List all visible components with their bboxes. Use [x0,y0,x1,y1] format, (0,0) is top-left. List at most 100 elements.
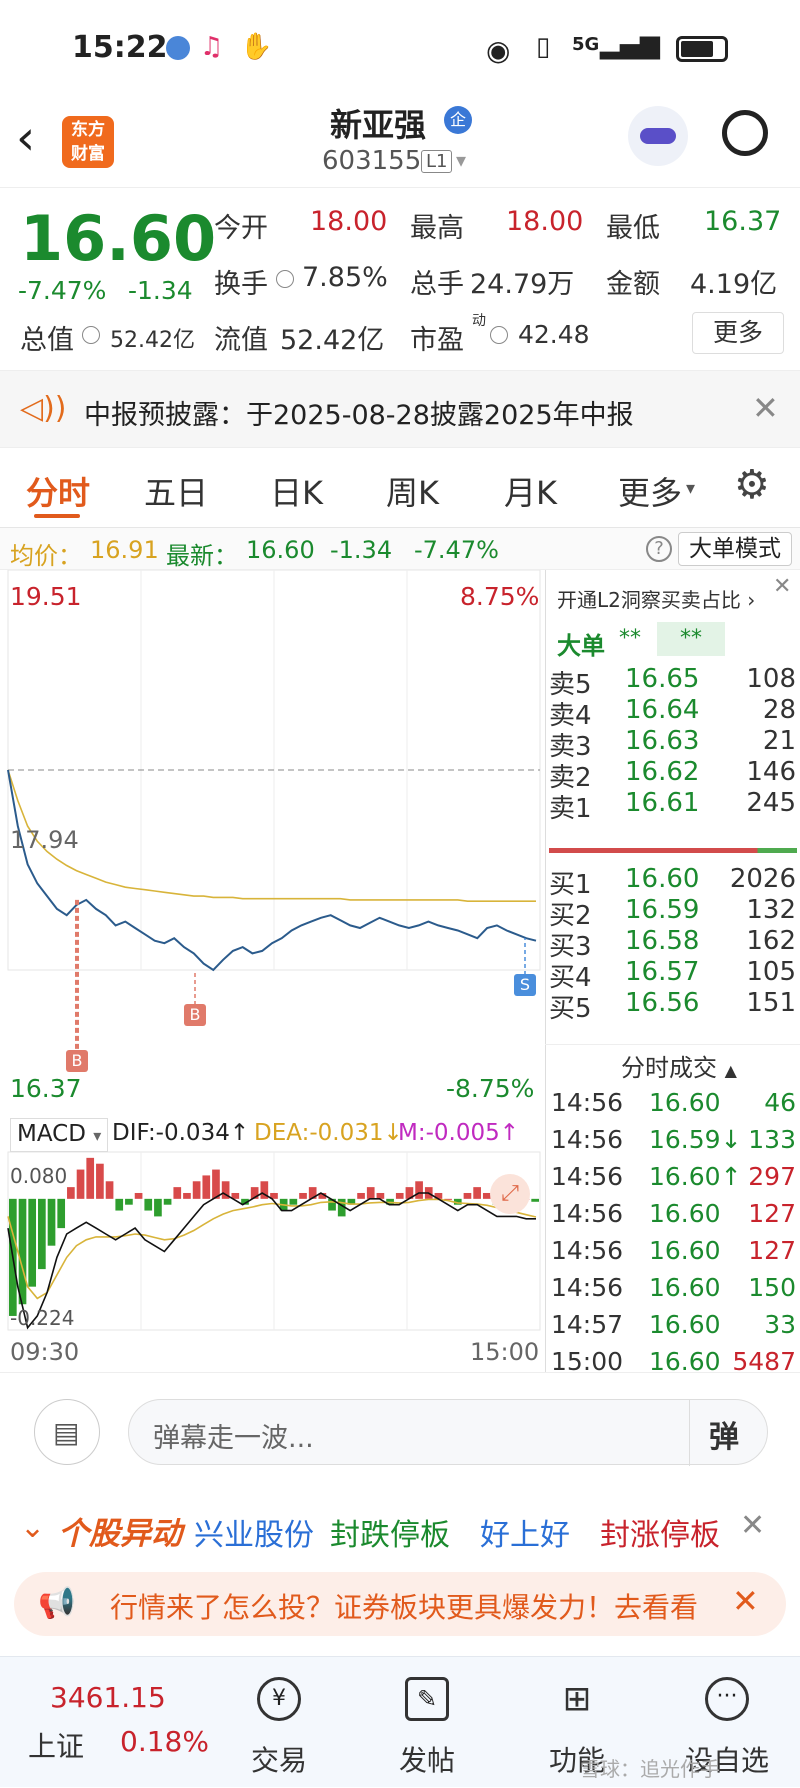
danmu-toggle[interactable]: 弹 [709,1412,739,1456]
index-change: 0.18% [120,1725,209,1758]
trade-price: 16.60↑ [649,1162,742,1191]
watermark: 雪球：追光作手 [580,1757,720,1781]
big-order-label: 大单 [557,632,605,660]
info-icon[interactable] [276,270,294,288]
avg-value: 16.91 [90,536,159,564]
status-bar: 15:22 ♫ ✋ ◉ ▯ 5G ▂▄▆ [0,0,800,100]
ask-row[interactable]: 卖1 16.61 245 [545,788,800,824]
y-label-mid: 17.94 [10,826,79,854]
close-icon[interactable]: ✕ [773,574,791,599]
trade-price: 16.60 [649,1310,721,1339]
stock-name: 新亚强 [330,106,427,144]
bid-row[interactable]: 买1 16.60 2026 [545,864,800,900]
signal-icon: ▂▄▆ [600,30,660,60]
tab-intraday[interactable]: 分时 [26,468,90,514]
close-icon[interactable]: ✕ [732,1582,759,1620]
trade-volume: 127 [748,1199,796,1228]
trade-time: 14:57 [551,1310,624,1339]
trade-volume: 46 [764,1088,796,1117]
ask-row[interactable]: 卖3 16.63 21 [545,726,800,762]
macd-bar [67,1187,75,1199]
danmu-input[interactable]: 弹幕走一波... 弹 [128,1399,768,1466]
robot-assistant-icon[interactable] [628,106,688,166]
turnover-label: 换手 [214,269,268,300]
trade-volume: 297 [748,1162,796,1191]
tab-monthly-k[interactable]: 月K [504,468,557,514]
bid-row[interactable]: 买5 16.56 151 [545,988,800,1024]
trade-row: 14:56 16.60 150 [545,1273,800,1307]
buy-marker[interactable]: B [184,1004,206,1026]
macd-bar [531,1198,539,1202]
chevron-down-icon: ▾ [93,1126,102,1145]
dea-value: DEA:-0.031↓ [254,1120,403,1146]
expand-icon[interactable]: ⤢ [490,1174,530,1214]
ask-row[interactable]: 卖4 16.64 28 [545,695,800,731]
macd-bar [376,1192,385,1199]
trade-volume: 33 [764,1310,796,1339]
tab-weekly-k[interactable]: 周K [386,468,439,514]
macd-bar [38,1198,46,1270]
bid-row[interactable]: 买2 16.59 132 [545,895,800,931]
float-label: 流值 [214,325,268,356]
y-label-bottom: 16.37 [10,1074,82,1103]
buy-marker[interactable]: B [66,1050,88,1072]
macd-bar [289,1198,298,1205]
l2-link[interactable]: 开通L2洞察买卖占比 › [557,584,755,613]
trades-title[interactable]: 分时成交 ▲ [621,1048,737,1083]
change-pct: -7.47% [18,276,107,305]
index-ticker[interactable]: 3461.15 上证 0.18% [0,1657,209,1788]
ask-volume: 146 [746,757,796,787]
chart-svg [7,569,541,1331]
level-badge[interactable]: L1 [421,150,453,173]
macd-bar [299,1192,307,1199]
index-value: 3461.15 [50,1681,166,1714]
trade-row: 14:56 16.60↑ 297 [545,1162,800,1196]
more-button[interactable]: 更多 [692,312,784,354]
price-line [7,769,537,972]
bid-row[interactable]: 买4 16.57 105 [545,957,800,993]
pct-label-bottom: -8.75% [446,1074,535,1103]
macd-bar [415,1181,423,1199]
trade-volume: 127 [748,1236,796,1265]
mktcap-label: 总值 [20,325,74,356]
bid-row[interactable]: 买3 16.58 162 [545,926,800,962]
promo-banner[interactable]: 📢 行情来了怎么投？证券板块更具爆发力！去看看 ✕ [14,1572,786,1636]
sell-marker[interactable]: S [514,974,536,996]
chevron-down-icon[interactable]: ⌄ [20,1510,45,1545]
intraday-chart[interactable]: 19.51 8.75% 17.94 16.37 -8.75% B B S MAC… [0,569,545,1372]
tab-five-day[interactable]: 五日 [144,468,208,514]
nav-trade[interactable]: ¥ 交易 [224,1657,334,1788]
bid-label: 买5 [549,994,592,1024]
notice-banner[interactable]: ◁)) 中报预披露：于2025-08-28披露2025年中报 ✕ [0,370,800,448]
info-icon[interactable] [82,326,100,344]
alert-stock-2[interactable]: 好上好 [480,1510,570,1554]
close-icon[interactable]: ✕ [740,1508,765,1543]
tab-more[interactable]: 更多 [618,468,682,514]
ask-row[interactable]: 卖5 16.65 108 [545,664,800,700]
search-icon[interactable] [722,110,768,156]
tab-daily-k[interactable]: 日K [270,468,323,514]
y-label-top: 19.51 [10,582,82,611]
info-icon[interactable] [490,326,508,344]
dea-line [7,1198,537,1300]
bid-volume: 151 [746,988,796,1018]
trade-time: 14:56 [551,1199,624,1228]
gear-icon[interactable]: ⚙ [734,462,770,508]
nav-post-label: 发帖 [398,1744,455,1777]
indicator-selector[interactable]: MACD ▾ [10,1118,109,1152]
nav-post[interactable]: ✎ 发帖 [372,1657,482,1788]
trade-time: 14:56 [551,1273,624,1302]
macd-bar [28,1198,37,1287]
danmu-settings-button[interactable]: ▤ [34,1399,100,1465]
last-price: 16.60 [20,202,217,275]
chevron-down-icon[interactable]: ▾ [456,148,466,172]
chevron-down-icon[interactable]: ▾ [686,478,695,499]
big-order-mode-button[interactable]: 大单模式 [678,532,792,566]
trade-time: 14:56 [551,1125,624,1154]
alert-stock-1[interactable]: 兴业股份 [194,1510,314,1554]
latest-label: 最新： [166,542,238,570]
ask-row[interactable]: 卖2 16.62 146 [545,757,800,793]
help-icon[interactable]: ? [646,536,672,562]
back-button[interactable]: ‹ [16,110,35,166]
close-icon[interactable]: ✕ [752,389,779,427]
